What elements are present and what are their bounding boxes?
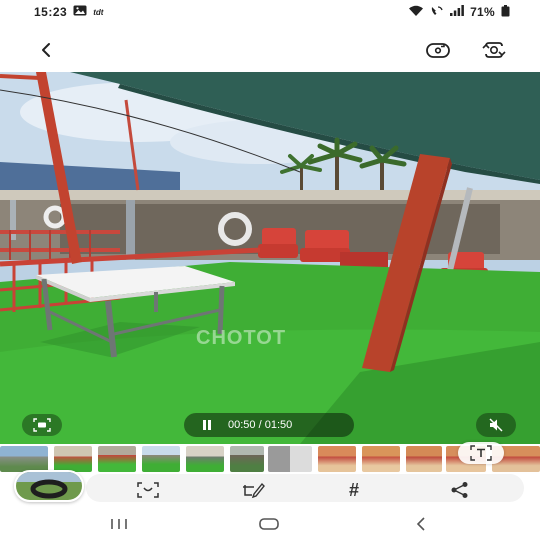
gallery-icon — [73, 5, 87, 19]
capture-icon — [33, 418, 51, 432]
playback-controls: 00:50 / 01:50 — [184, 413, 354, 437]
filmstrip-thumb[interactable] — [268, 446, 312, 472]
total-duration: 01:50 — [264, 419, 293, 431]
back-icon — [416, 517, 425, 531]
filmstrip-thumb[interactable] — [186, 446, 224, 472]
switch-camera-icon — [426, 43, 450, 58]
filmstrip-thumb[interactable] — [98, 446, 136, 472]
share-icon — [451, 482, 468, 498]
video-player[interactable]: CHOTOT 00:50 / 01:50 — [0, 72, 540, 444]
action-pill: # — [86, 474, 524, 502]
time-separator: / — [258, 419, 262, 431]
elapsed-time: 00:50 — [228, 419, 256, 431]
hashtag-button[interactable]: # — [342, 480, 366, 500]
battery-icon — [501, 4, 510, 20]
playback-time: 00:50 / 01:50 — [228, 419, 292, 431]
status-bar: 15:23 tdt 71% — [0, 0, 540, 24]
home-icon — [259, 518, 279, 530]
status-right: 71% — [408, 4, 510, 20]
remaster-button[interactable] — [480, 36, 508, 64]
edit-icon — [243, 482, 265, 499]
share-button[interactable] — [448, 480, 472, 500]
filmstrip-thumb[interactable] — [406, 446, 442, 472]
crop-auto-icon — [137, 482, 159, 498]
back-arrow-icon — [42, 43, 50, 57]
app-bar — [0, 24, 540, 72]
text-extract-icon — [470, 445, 492, 461]
recents-icon — [111, 519, 127, 529]
wifi-icon — [408, 5, 424, 20]
switch-camera-button[interactable] — [424, 36, 452, 64]
pause-icon — [203, 420, 211, 430]
carrier-badge: tdt — [93, 7, 104, 17]
filmstrip-thumb[interactable] — [142, 446, 180, 472]
status-time: 15:23 — [34, 5, 68, 19]
text-extract-button[interactable] — [458, 442, 504, 464]
system-back-button[interactable] — [406, 514, 436, 534]
mute-icon — [489, 418, 503, 432]
video-frame — [0, 72, 540, 444]
home-button[interactable] — [254, 514, 284, 534]
hashtag-icon: # — [348, 479, 359, 500]
status-left: 15:23 tdt — [34, 5, 103, 19]
mute-button[interactable] — [476, 413, 516, 437]
current-thumb-image — [16, 472, 82, 500]
signal-icon — [450, 5, 464, 19]
navigation-bar — [0, 508, 540, 540]
filmstrip-thumb[interactable] — [230, 446, 264, 472]
wifi-calling-icon — [430, 5, 444, 20]
current-item-thumbnail[interactable] — [14, 470, 84, 502]
edit-button[interactable] — [242, 480, 266, 500]
back-button[interactable] — [32, 36, 60, 64]
crop-auto-button[interactable] — [136, 480, 160, 500]
filmstrip-thumb[interactable] — [318, 446, 356, 472]
pause-button[interactable] — [200, 418, 214, 432]
filmstrip-thumb[interactable] — [362, 446, 400, 472]
recents-button[interactable] — [104, 514, 134, 534]
filmstrip-thumb[interactable] — [54, 446, 92, 472]
capture-button[interactable] — [22, 414, 62, 436]
battery-percent: 71% — [470, 5, 495, 19]
filmstrip-thumb[interactable] — [0, 444, 50, 474]
remaster-icon — [482, 42, 506, 58]
watermark: CHOTOT — [196, 327, 287, 349]
